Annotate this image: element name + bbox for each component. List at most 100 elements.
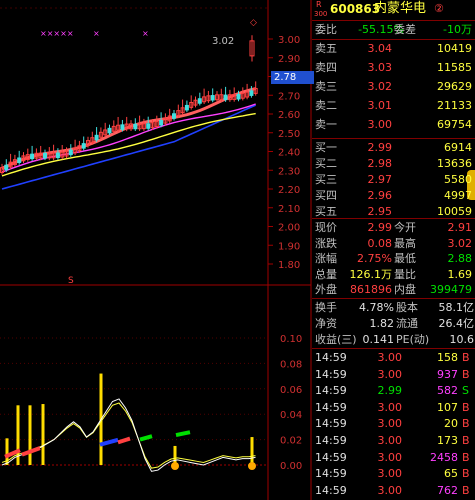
tick-volume: 158 <box>437 351 458 364</box>
ask-volume: 21133 <box>437 99 472 112</box>
ask-label: 卖三 <box>315 80 337 93</box>
ratio-row: 委比 -55.15% 委差 -10万 <box>312 22 475 38</box>
tick-price: 3.00 <box>377 400 403 414</box>
stock-name: 内蒙华电 <box>374 1 427 16</box>
quote-row: 涨跌 0.08 最高 3.02 <box>312 236 475 252</box>
tick-price: 3.00 <box>377 351 403 364</box>
candle-body <box>81 143 86 149</box>
tick-volume: 173 <box>437 434 458 447</box>
tick-price: 3.00 <box>377 450 403 464</box>
stats-row: 收益(三) 0.141 PE(动) 10.6 <box>312 332 475 348</box>
candle-body <box>172 113 176 119</box>
tick-time: 14:59 <box>315 367 347 381</box>
signal-dot <box>171 462 179 470</box>
ask-row: 卖二 3.01 21133 <box>312 98 475 114</box>
tick-row: 14:59 3.00 107 B <box>312 400 475 416</box>
tick-price: 3.00 <box>377 467 403 481</box>
price-tick-label: 2.70 <box>278 91 300 102</box>
ma60-line <box>1 104 257 190</box>
bid-price: 2.96 <box>367 189 393 202</box>
candle-body <box>43 152 47 159</box>
price-tick-label: 2.30 <box>278 166 300 177</box>
bid-price: 2.95 <box>367 205 393 218</box>
price-tick-label: 2.10 <box>278 204 300 215</box>
price-tick-label: 3.00 <box>278 35 300 46</box>
candle-body <box>249 90 254 96</box>
bid-label: 买一 <box>315 141 337 154</box>
tick-row: 14:59 3.00 173 B <box>312 433 475 449</box>
tick-row: 14:59 3.00 2458 B <box>312 450 475 466</box>
high-label: 3.02 <box>212 36 234 47</box>
stats-value2: 10.6 <box>449 333 475 346</box>
ask-label: 卖五 <box>315 42 337 55</box>
quote-label2: 今开 <box>394 221 416 234</box>
bid-row: 买二 2.98 13636 <box>312 156 475 172</box>
quote-value2: 2.91 <box>447 221 473 234</box>
signal-marks: ××××× <box>40 29 74 38</box>
bid-volume: 13636 <box>437 157 472 170</box>
signal-bar <box>250 437 254 465</box>
bid-label: 买三 <box>315 173 337 186</box>
stats-value: 0.141 <box>362 333 395 346</box>
tick-side: S <box>462 384 469 398</box>
tick-price: 3.00 <box>377 483 403 497</box>
quote-row: 现价 2.99 今开 2.91 <box>312 220 475 236</box>
lower-tick-label: 0.00 <box>280 461 302 472</box>
stock-header[interactable]: R 300 600863 内蒙华电 ② <box>312 0 475 18</box>
quote-label: 涨幅 <box>315 252 337 265</box>
tick-price: 3.00 <box>377 417 403 431</box>
quote-value: 861896 <box>350 283 392 296</box>
quote-value: 2.99 <box>367 221 393 234</box>
osc-signal-line <box>1 402 256 469</box>
osc-highlight <box>175 430 191 437</box>
candle-body <box>17 157 22 163</box>
candle-body <box>94 134 99 141</box>
ask-price: 3.00 <box>367 118 393 131</box>
ask-volume: 69754 <box>437 118 472 131</box>
stats-label: 换手 <box>315 301 337 314</box>
diamond-icon: ◇ <box>250 18 257 28</box>
signal-mark: × <box>93 29 100 38</box>
bid-label: 买五 <box>315 205 337 218</box>
tick-volume: 762 <box>437 483 458 497</box>
tick-time: 14:59 <box>315 434 347 447</box>
ask-row: 卖三 3.02 29629 <box>312 79 475 95</box>
tick-side: B <box>462 450 470 464</box>
price-tick-label: 2.50 <box>278 129 300 140</box>
tick-volume: 937 <box>437 367 458 381</box>
bid-row: 买一 2.99 6914 <box>312 140 475 156</box>
stats-label2: 股本 <box>396 301 418 314</box>
tick-row: 14:59 3.00 20 B <box>312 416 475 432</box>
candle-body <box>210 95 215 101</box>
bid-price: 2.97 <box>367 173 393 186</box>
kline-svg[interactable]: 3.002.902.802.702.602.502.402.302.202.10… <box>0 0 312 500</box>
bid-row: 买三 2.97 5580 <box>312 172 475 188</box>
ratio-label: 委比 <box>315 23 337 36</box>
tick-row: 14:59 3.00 65 B <box>312 466 475 482</box>
tick-side: B <box>462 434 470 447</box>
quote-label2: 量比 <box>394 267 416 281</box>
candle-body <box>197 98 202 104</box>
stats-value: 1.82 <box>369 317 395 330</box>
quote-label: 涨跌 <box>315 236 337 250</box>
quote-label2: 内盘 <box>394 283 416 296</box>
bid-volume: 5580 <box>444 173 472 186</box>
osc-main-line <box>1 398 256 472</box>
quote-panel: R 300 600863 内蒙华电 ② 委比 -55.15% 委差 -10万 卖… <box>312 0 475 500</box>
kline-chart[interactable]: 3.002.902.802.702.602.502.402.302.202.10… <box>0 0 314 500</box>
candle-body <box>4 164 9 171</box>
badge-icon[interactable]: ② <box>434 0 444 18</box>
bid-price: 2.98 <box>367 157 393 170</box>
candle-body <box>133 123 138 130</box>
ask-row: 卖一 3.00 69754 <box>312 117 475 133</box>
tick-price: 3.00 <box>377 367 403 381</box>
tick-volume: 20 <box>444 417 458 431</box>
stock-code: 600863 <box>330 2 381 16</box>
signal-bar <box>28 405 32 465</box>
tick-time: 14:59 <box>315 483 347 497</box>
candle-body <box>223 94 228 101</box>
signal-dot <box>248 462 256 470</box>
quote-label2: 最低 <box>394 252 416 265</box>
ask-label: 卖一 <box>315 118 337 131</box>
quote-label: 总量 <box>315 267 337 281</box>
